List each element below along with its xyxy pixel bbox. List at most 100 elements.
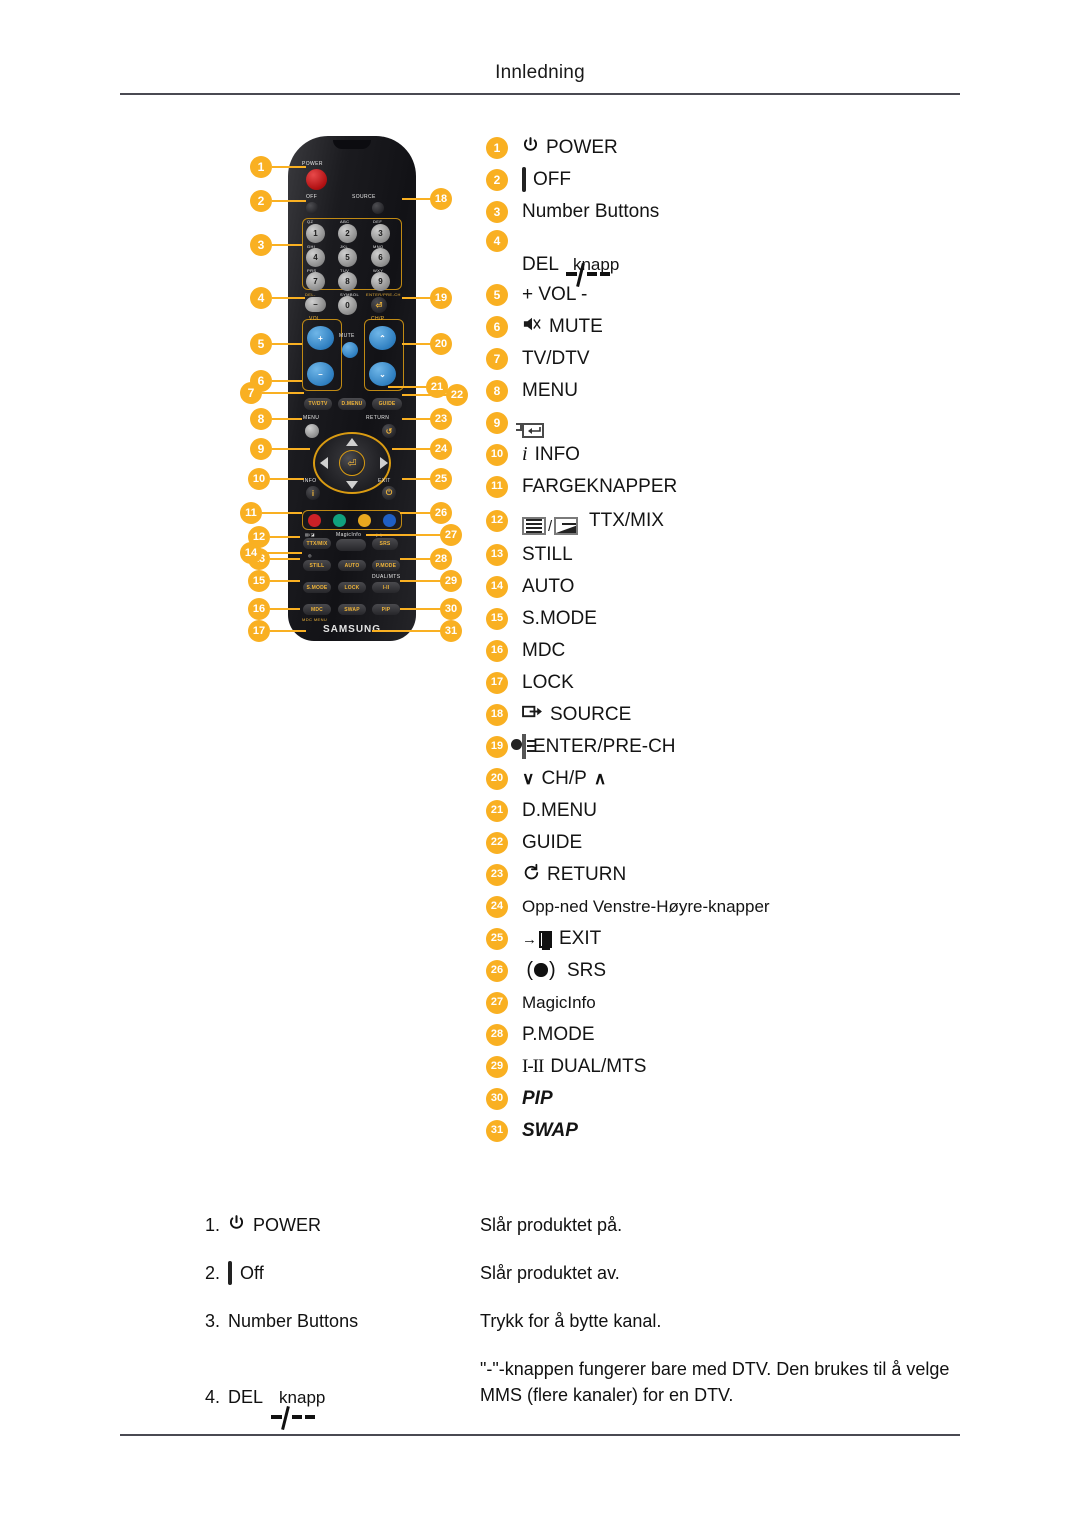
remote-swap-button[interactable]: SWAP <box>338 604 366 615</box>
callout-8: 8 <box>250 408 272 430</box>
remote-key-2[interactable]: 2 <box>338 224 357 243</box>
legend-row-11: 11 FARGEKNAPPER <box>486 473 986 500</box>
remote-keypad-enter-label: ENTER/PRE-CH <box>366 292 401 297</box>
legend-label-4: DEL knapp <box>522 254 619 288</box>
remote-nav-down[interactable] <box>346 481 358 489</box>
callout-23: 23 <box>430 408 452 430</box>
remote-mute-button[interactable] <box>342 342 358 358</box>
remote-auto-button[interactable]: AUTO <box>338 560 366 571</box>
remote-key-7[interactable]: 7 <box>306 272 325 291</box>
remote-info-button[interactable]: i <box>306 486 320 500</box>
remote-color-button-yellow[interactable] <box>358 514 371 527</box>
remote-color-button-blue[interactable] <box>383 514 396 527</box>
off-box-icon <box>522 166 526 192</box>
remote-tvdtv-button[interactable]: TV/DTV <box>304 398 332 410</box>
remote-menu-button[interactable] <box>305 424 319 438</box>
remote-nav-up[interactable] <box>346 438 358 446</box>
legend-label-1: POWER <box>522 136 618 160</box>
remote-mdc-button[interactable]: MDC <box>303 604 331 615</box>
remote-source-button[interactable] <box>372 202 384 214</box>
remote-key-0[interactable]: 0 <box>338 296 357 315</box>
legend-badge-16: 16 <box>486 639 508 662</box>
remote-vol-down-button[interactable]: – <box>307 362 334 386</box>
remote-smode-button[interactable]: S.MODE <box>303 582 331 593</box>
callout-line-5 <box>272 343 302 345</box>
remote-key-3[interactable]: 3 <box>371 224 390 243</box>
legend-badge-26: 26 <box>486 959 508 982</box>
remote-color-button-red[interactable] <box>308 514 321 527</box>
enter-glyph-icon: ⏎ <box>347 457 357 470</box>
legend-badge-24: 24 <box>486 895 508 918</box>
enter-prech-icon <box>511 733 535 759</box>
remote-nav-enter-button[interactable]: ⏎ <box>339 450 365 476</box>
remote-srs-button[interactable]: SRS <box>372 538 398 550</box>
remote-key-8[interactable]: 8 <box>338 272 357 291</box>
legend-row-6: 6 MUTE <box>486 313 986 340</box>
remote-ch-up-button[interactable]: ⌃ <box>369 326 396 350</box>
callout-18: 18 <box>430 188 452 210</box>
power-icon <box>522 136 539 160</box>
legend-row-4: 4 DEL knapp <box>486 230 986 288</box>
remote-return-button[interactable]: ↺ <box>382 424 396 438</box>
legend-label-17: LOCK <box>522 672 574 694</box>
footer-divider <box>120 1434 960 1436</box>
remote-nav-left[interactable] <box>320 457 328 469</box>
remote-off-button[interactable] <box>306 202 318 214</box>
remote-guide-button[interactable]: GUIDE <box>372 398 402 410</box>
callout-14: 14 <box>240 542 262 564</box>
legend-text-16: MDC <box>522 639 566 661</box>
legend-row-18: 18 SOURCE <box>486 701 986 728</box>
legend-row-29: 29 I-II DUAL/MTS <box>486 1053 986 1080</box>
remote-exit-button[interactable]: ⏻ <box>382 486 396 500</box>
button-description-table: 1. POWER Slår produktet på. 2. Off Slår produ… <box>205 1212 965 1431</box>
remote-label-info: INFO <box>303 478 317 484</box>
callout-line-25 <box>402 478 432 480</box>
callout-line-7 <box>262 392 304 394</box>
remote-ttxmix-button[interactable]: TTX/MIX <box>303 538 331 549</box>
remote-del-button[interactable]: – <box>305 297 326 312</box>
remote-pmode-button[interactable]: P.MODE <box>372 560 400 571</box>
legend-badge-2: 2 <box>486 168 508 191</box>
legend-badge-10: 10 <box>486 443 508 466</box>
legend-label-11: FARGEKNAPPER <box>522 476 677 498</box>
remote-vol-up-button[interactable]: + <box>307 326 334 350</box>
legend-label-26: () SRS <box>522 959 606 982</box>
remote-key-6[interactable]: 6 <box>371 248 390 267</box>
legend-text-10: INFO <box>534 443 580 465</box>
remote-key-4[interactable]: 4 <box>306 248 325 267</box>
legend-text-27: MagicInfo <box>522 992 596 1012</box>
remote-lock-button[interactable]: LOCK <box>338 582 366 593</box>
remote-still-button[interactable]: STILL <box>303 560 331 571</box>
legend-row-25: 25 → EXIT <box>486 925 986 952</box>
legend-row-17: 17 LOCK <box>486 669 986 696</box>
remote-power-button[interactable] <box>306 169 327 190</box>
legend-badge-25: 25 <box>486 927 508 950</box>
callout-26: 26 <box>430 502 452 524</box>
legend-text-20: CH/P <box>541 767 587 789</box>
remote-magicinfo-button[interactable] <box>336 539 366 551</box>
off-box-icon <box>228 1260 233 1285</box>
remote-color-button-green[interactable] <box>333 514 346 527</box>
legend-label-7: TV/DTV <box>522 348 590 370</box>
legend-badge-17: 17 <box>486 671 508 694</box>
legend-label-3: Number Buttons <box>522 201 659 223</box>
remote-key-1[interactable]: 1 <box>306 224 325 243</box>
remote-dualmts-button[interactable]: I-II <box>372 582 400 593</box>
remote-enter-prech-button[interactable]: ⏎ <box>371 297 387 313</box>
legend-text-7: TV/DTV <box>522 347 590 369</box>
legend-row-7: 7 TV/DTV <box>486 345 986 372</box>
mute-icon <box>522 315 542 339</box>
description-row-3: 3. Number Buttons Trykk for å bytte kanal. <box>205 1308 965 1334</box>
remote-nav-right[interactable] <box>380 457 388 469</box>
remote-key-5[interactable]: 5 <box>338 248 357 267</box>
callout-line-28 <box>400 558 432 560</box>
remote-ch-down-button[interactable]: ⌄ <box>369 362 396 386</box>
legend-text-3: Number Buttons <box>522 200 660 222</box>
callout-9: 9 <box>250 438 272 460</box>
legend-badge-28: 28 <box>486 1023 508 1046</box>
remote-key-9[interactable]: 9 <box>371 272 390 291</box>
legend-text-6: MUTE <box>549 315 603 337</box>
remote-dmenu-button[interactable]: D.MENU <box>338 398 366 410</box>
remote-pip-button[interactable]: PIP <box>372 604 400 615</box>
callout-line-30 <box>400 608 442 610</box>
